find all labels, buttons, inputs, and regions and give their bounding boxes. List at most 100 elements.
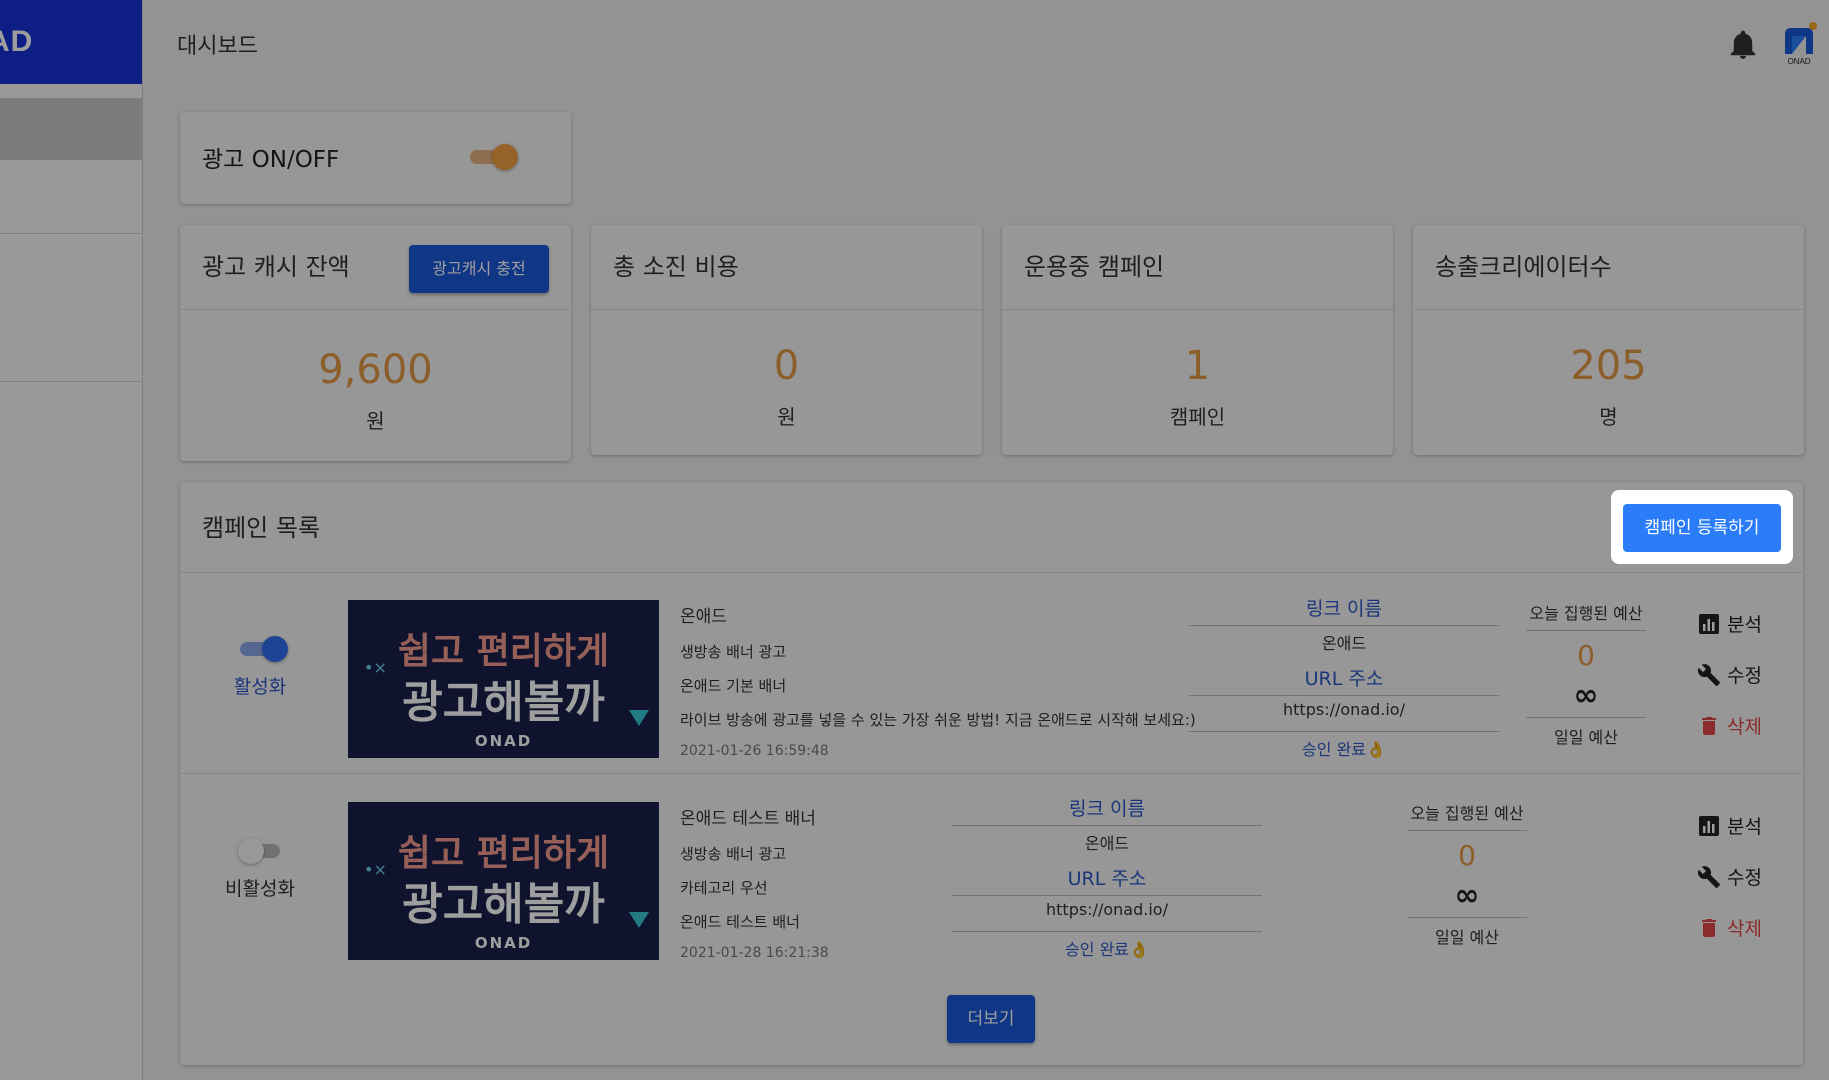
wrench-icon xyxy=(1697,865,1720,888)
analyze-button[interactable]: 분석 xyxy=(1697,610,1762,637)
stat-value: 1 xyxy=(1184,343,1211,389)
header: 대시보드 ONAD xyxy=(143,0,1829,84)
stat-unit: 명 xyxy=(1599,405,1618,429)
stat-value: 0 xyxy=(773,343,800,389)
divider xyxy=(180,572,1803,573)
total-spend-card: 총 소진 비용 0 원 xyxy=(591,225,982,455)
delete-label: 삭제 xyxy=(1727,918,1762,940)
campaign-description: 라이브 방송에 광고를 넣을 수 있는 가장 쉬운 방법! 지금 온애드로 시작… xyxy=(680,711,1196,729)
divider xyxy=(1002,309,1393,310)
avatar-label: ONAD xyxy=(1787,57,1810,66)
ad-onoff-card: 광고 ON/OFF xyxy=(180,112,571,204)
banner-line2: 광고해볼까 xyxy=(402,677,605,728)
campaign-info: 온애드 생방송 배너 광고 온애드 기본 배너 라이브 방송에 광고를 넣을 수… xyxy=(680,602,1196,772)
sidebar-item-1[interactable]: 리 xyxy=(0,160,142,234)
sidebar-item-active[interactable] xyxy=(0,98,142,160)
campaign-active-toggle[interactable] xyxy=(238,838,286,864)
url-label: URL 주소 xyxy=(1304,668,1384,690)
ad-onoff-label: 광고 ON/OFF xyxy=(202,147,340,173)
notification-dot xyxy=(1809,22,1817,30)
campaign-status: 활성화 xyxy=(233,676,287,698)
link-name-value: 온애드 xyxy=(1189,625,1499,660)
campaign-banner-image[interactable]: 쉽고 편리하게 광고해볼까 ONAD •× xyxy=(348,802,659,960)
infinity-icon: ∞ xyxy=(1573,678,1599,713)
register-campaign-button[interactable]: 캠페인 등록하기 xyxy=(1623,504,1781,552)
campaign-type: 생방송 배너 광고 xyxy=(680,643,787,661)
campaign-row: 활성화 쉽고 편리하게 광고해볼까 ONAD •× 온애드 생방송 배너 광고 … xyxy=(180,574,1803,774)
stat-value: 205 xyxy=(1570,343,1647,389)
banner-line2: 광고해볼까 xyxy=(402,879,605,930)
ad-onoff-toggle[interactable] xyxy=(468,144,518,170)
edit-button[interactable]: 수정 xyxy=(1697,661,1762,688)
banner-brand: ONAD xyxy=(474,934,533,952)
campaign-row: 비활성화 쉽고 편리하게 광고해볼까 ONAD •× 온애드 테스트 배너 생방… xyxy=(180,776,1803,976)
campaign-type: 생방송 배너 광고 xyxy=(680,845,787,863)
sparkle-icon: •× xyxy=(364,860,387,879)
sidebar-item-label: 리 xyxy=(0,185,2,209)
trash-icon xyxy=(1702,716,1716,735)
campaign-description: 온애드 테스트 배너 xyxy=(680,913,800,931)
campaign-list-card: 캠페인 목록 활성화 쉽고 편리하게 광고해볼까 ONAD •× 온애드 생방송… xyxy=(180,482,1803,1065)
url-value[interactable]: https://onad.io/ xyxy=(952,895,1262,925)
url-value[interactable]: https://onad.io/ xyxy=(1189,695,1499,725)
campaign-name: 온애드 테스트 배너 xyxy=(680,809,816,829)
infinity-icon: ∞ xyxy=(1454,878,1480,913)
link-name-label: 링크 이름 xyxy=(1306,598,1382,620)
stat-title: 운용중 캠페인 xyxy=(1024,253,1165,281)
delete-button[interactable]: 삭제 xyxy=(1697,914,1762,941)
campaign-link-info: 링크 이름 온애드 URL 주소 https://onad.io/ 승인 완료👌 xyxy=(1189,594,1499,760)
budget-info: 오늘 집행된 예산 0 ∞ 일일 예산 xyxy=(1526,600,1646,748)
approval-status: 승인 완료👌 xyxy=(952,931,1262,960)
triangle-icon xyxy=(629,912,649,928)
wrench-icon xyxy=(1697,663,1720,686)
campaign-detail: 온애드 기본 배너 xyxy=(680,677,787,695)
campaign-info: 온애드 테스트 배너 생방송 배너 광고 카테고리 우선 온애드 테스트 배너 … xyxy=(680,804,829,974)
budget-value: 0 xyxy=(1577,639,1595,672)
charge-cash-button[interactable]: 광고캐시 충전 xyxy=(409,245,549,293)
stat-unit: 원 xyxy=(366,409,385,433)
sparkle-icon: •× xyxy=(364,658,387,677)
budget-label: 일일 예산 xyxy=(1526,717,1646,748)
campaign-actions: 분석 수정 삭제 xyxy=(1697,812,1762,965)
stat-title: 광고 캐시 잔액 xyxy=(202,253,350,281)
chart-icon xyxy=(1699,613,1719,634)
creator-count-card: 송출크리에이터수 205 명 xyxy=(1413,225,1804,455)
logo[interactable]: AD xyxy=(0,0,142,84)
stat-value: 9,600 xyxy=(318,347,433,393)
chart-icon xyxy=(1699,815,1719,836)
edit-button[interactable]: 수정 xyxy=(1697,863,1762,890)
stat-title: 송출크리에이터수 xyxy=(1435,253,1612,281)
campaign-date: 2021-01-28 16:21:38 xyxy=(680,945,829,961)
budget-title: 오늘 집행된 예산 xyxy=(1407,800,1527,831)
budget-label: 일일 예산 xyxy=(1407,917,1527,948)
campaign-detail: 카테고리 우선 xyxy=(680,879,768,897)
delete-label: 삭제 xyxy=(1727,716,1762,738)
approval-status: 승인 완료👌 xyxy=(1189,731,1499,760)
link-name-value: 온애드 xyxy=(952,825,1262,860)
sidebar-item-3[interactable]: 리 xyxy=(0,308,142,382)
sidebar-item-label: 리 xyxy=(0,333,2,357)
campaign-date: 2021-01-26 16:59:48 xyxy=(680,743,829,759)
campaign-actions: 분석 수정 삭제 xyxy=(1697,610,1762,763)
stat-title: 총 소진 비용 xyxy=(613,253,739,281)
stat-unit: 원 xyxy=(777,405,796,429)
analyze-label: 분석 xyxy=(1727,816,1762,838)
edit-label: 수정 xyxy=(1727,665,1762,687)
analyze-button[interactable]: 분석 xyxy=(1697,812,1762,839)
bell-icon[interactable] xyxy=(1729,30,1757,60)
sidebar: AD 리 리 xyxy=(0,0,143,1080)
sidebar-item-2[interactable] xyxy=(0,234,142,308)
stat-unit: 캠페인 xyxy=(1169,405,1226,429)
campaign-active-toggle[interactable] xyxy=(238,636,288,662)
budget-value: 0 xyxy=(1458,839,1476,872)
campaign-name: 온애드 xyxy=(680,607,727,627)
more-button[interactable]: 더보기 xyxy=(947,995,1035,1043)
campaign-list-title: 캠페인 목록 xyxy=(202,514,321,542)
campaign-banner-image[interactable]: 쉽고 편리하게 광고해볼까 ONAD •× xyxy=(348,600,659,758)
divider xyxy=(1413,309,1804,310)
avatar[interactable]: ONAD xyxy=(1779,22,1819,66)
delete-button[interactable]: 삭제 xyxy=(1697,712,1762,739)
link-name-label: 링크 이름 xyxy=(1069,798,1145,820)
cash-balance-card: 광고 캐시 잔액 광고캐시 충전 9,600 원 xyxy=(180,225,571,461)
budget-title: 오늘 집행된 예산 xyxy=(1526,600,1646,631)
